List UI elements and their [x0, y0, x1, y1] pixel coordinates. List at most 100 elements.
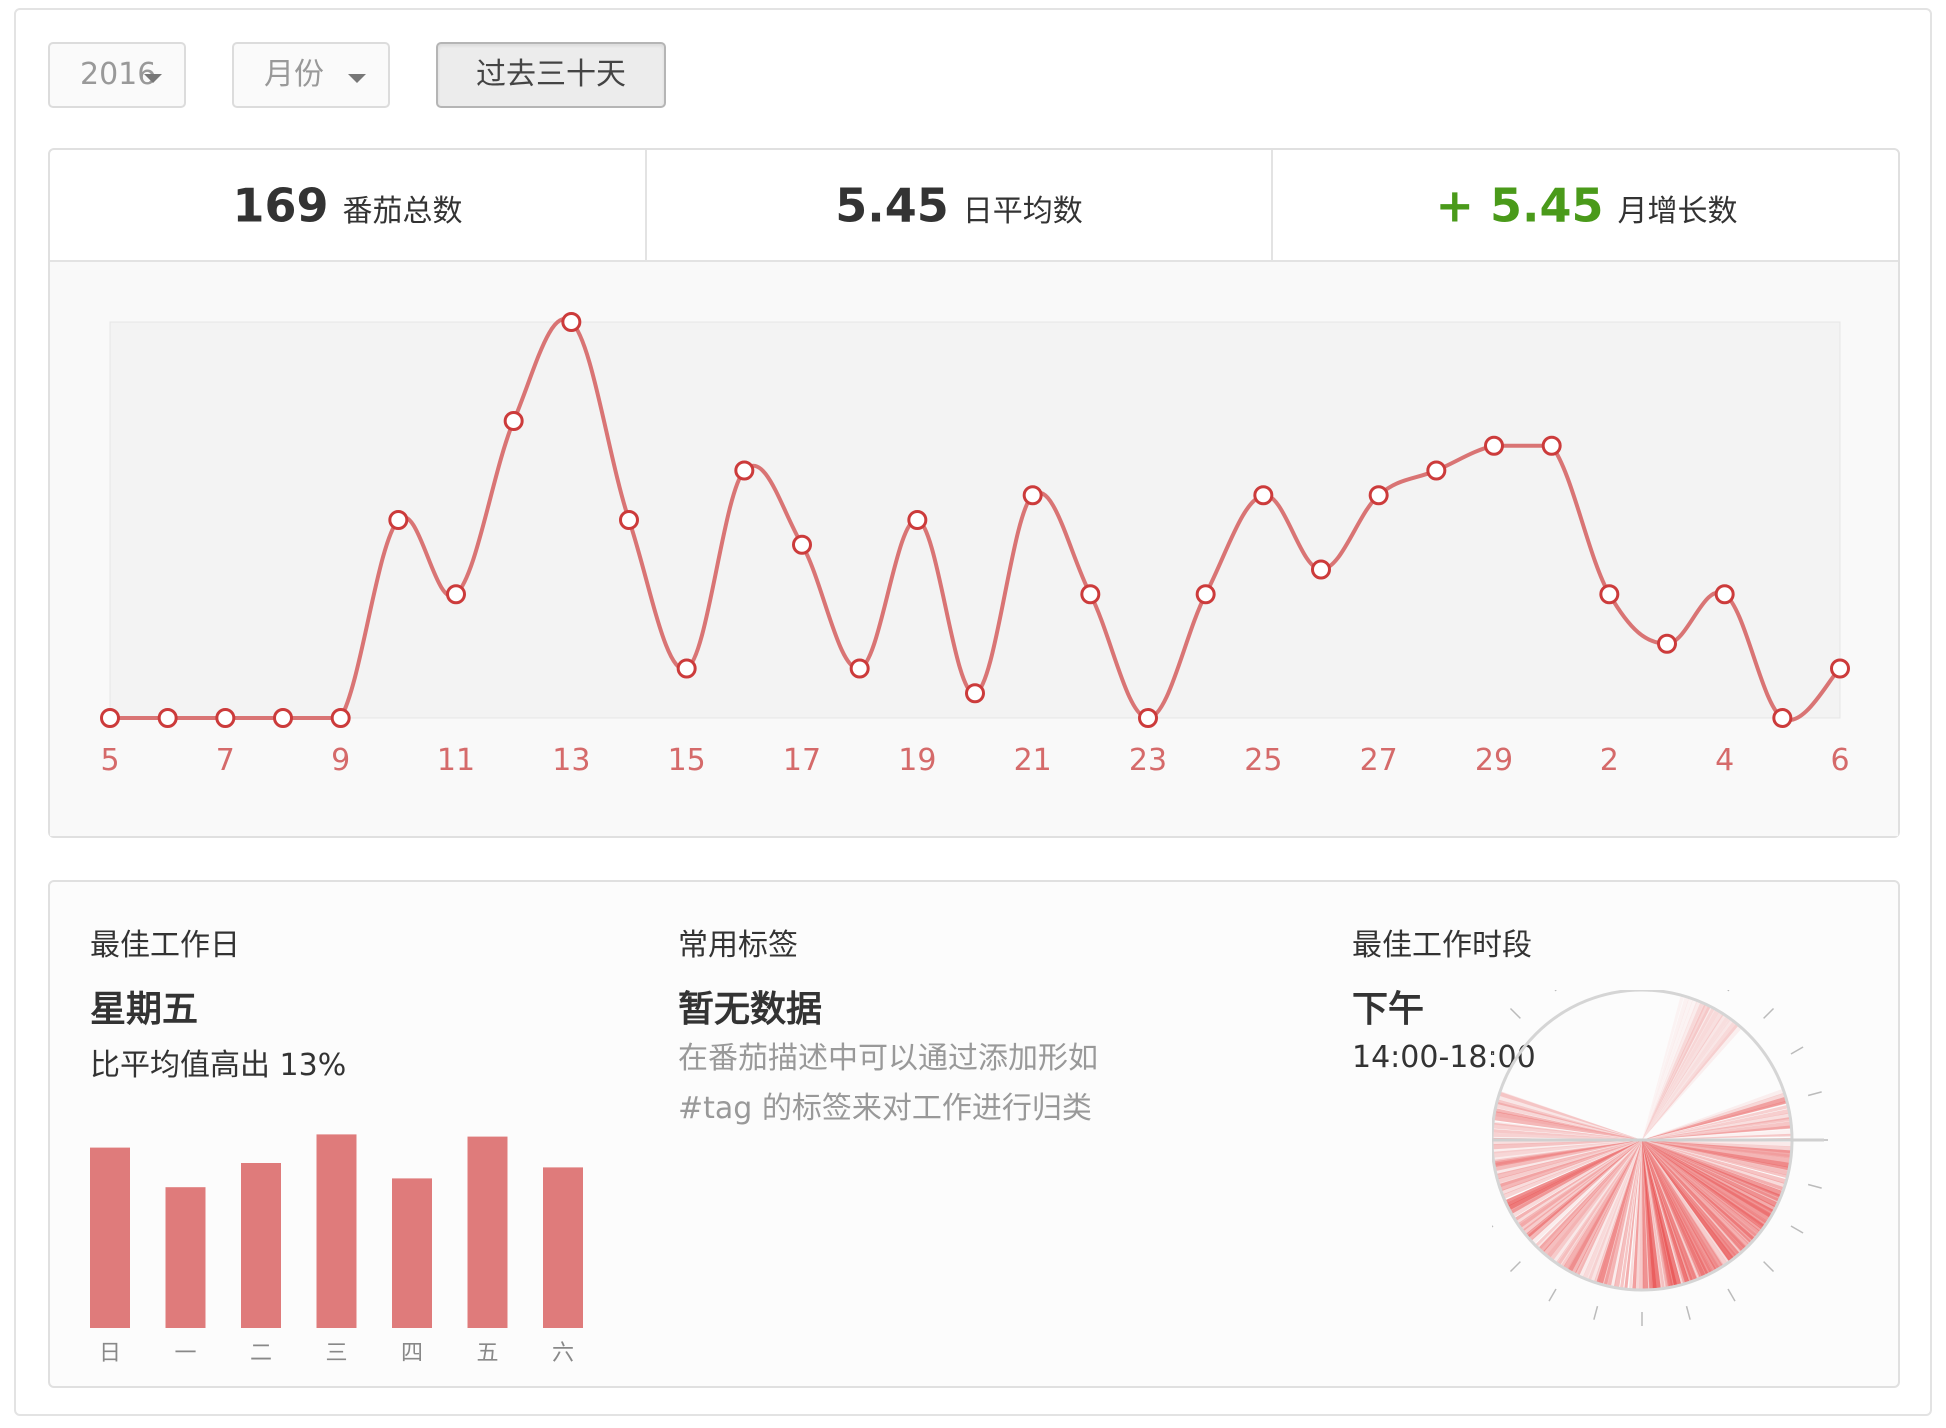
stat-daily-average-value: 5.45 [835, 178, 949, 233]
data-point[interactable] [1253, 485, 1274, 506]
data-point[interactable] [1657, 633, 1677, 654]
clock-tick [1509, 1007, 1521, 1019]
weekday-bar [90, 1147, 130, 1328]
data-point[interactable] [619, 510, 639, 530]
clock-tick [1685, 1305, 1691, 1320]
weekday-label: 一 [174, 1341, 196, 1362]
best-time-title: 最佳工作时段 [1352, 928, 1532, 963]
stat-daily-average-label: 日平均数 [962, 193, 1083, 229]
clock-tick [1727, 1288, 1736, 1302]
data-point[interactable] [1368, 485, 1389, 506]
data-point[interactable] [849, 658, 870, 679]
x-tick-label: 13 [552, 743, 590, 778]
stats-row: 169 番茄总数 5.45 日平均数 + 5.45 月增长数 [50, 150, 1898, 260]
data-point[interactable] [907, 510, 928, 530]
weekday-bar [165, 1187, 206, 1328]
clock-tick [1763, 1261, 1775, 1273]
weekday-label: 三 [325, 1341, 347, 1362]
stat-monthly-growth: + 5.45 月增长数 [1273, 150, 1900, 260]
chevron-down-icon [348, 74, 366, 83]
x-tick-label: 25 [1244, 743, 1282, 778]
weekday-label: 二 [250, 1341, 272, 1362]
trend-panel: 169 番茄总数 5.45 日平均数 + 5.45 月增长数 5 7 9 11 13 15 17 1… [48, 148, 1900, 838]
daily-count-chart: 5 7 9 11 13 15 17 19 21 23 25 27 29 2 4 6 [50, 260, 1898, 836]
x-tick-label: 2 [1600, 743, 1619, 778]
x-tick-label: 29 [1475, 743, 1513, 778]
clock-tick [1548, 1288, 1557, 1302]
weekday-bar [316, 1134, 357, 1328]
clock-tick [1509, 1261, 1521, 1273]
data-point[interactable] [1195, 584, 1216, 605]
stat-monthly-growth-label: 月增长数 [1617, 193, 1738, 229]
data-point[interactable] [503, 411, 524, 431]
data-point[interactable] [1541, 435, 1562, 456]
stat-total-label: 番茄总数 [342, 193, 463, 229]
weekday-bar [392, 1178, 432, 1328]
data-point[interactable] [734, 460, 755, 481]
weekday-bar-chart: 日一二三四五六 [90, 1134, 583, 1362]
data-point[interactable] [1599, 584, 1620, 605]
clock-tick [1593, 1305, 1599, 1320]
data-point[interactable] [446, 584, 466, 605]
x-tick-label: 27 [1360, 743, 1398, 778]
line-chart: 5 7 9 11 13 15 17 19 21 23 25 27 29 2 4 6 [100, 312, 1850, 778]
clock-tick [1790, 1046, 1804, 1055]
best-time-value: 下午 [1352, 989, 1425, 1030]
weekday-label: 日 [99, 1341, 121, 1362]
clock-tick [1807, 1183, 1822, 1189]
data-point[interactable] [1484, 435, 1504, 456]
data-point[interactable] [1311, 559, 1331, 580]
x-tick-label: 23 [1129, 743, 1167, 778]
data-point[interactable] [792, 534, 812, 555]
data-point[interactable] [100, 708, 120, 728]
data-point[interactable] [1426, 460, 1447, 481]
stat-total: 169 番茄总数 [50, 150, 645, 260]
clock-tick [1807, 1091, 1822, 1097]
month-select[interactable]: 月份 [232, 42, 390, 108]
best-day-comparison: 比平均值高出 13% [90, 1048, 347, 1083]
year-select[interactable]: 2016 [48, 42, 186, 108]
data-point[interactable] [330, 708, 351, 728]
month-select-value: 月份 [264, 57, 324, 92]
data-point[interactable] [1772, 708, 1793, 728]
x-tick-label: 15 [668, 743, 706, 778]
x-tick-label: 21 [1014, 743, 1052, 778]
x-tick-label: 4 [1715, 743, 1734, 778]
weekday-bar [543, 1167, 583, 1328]
clock-tick [1492, 1052, 1494, 1055]
data-point[interactable] [1714, 584, 1735, 605]
x-tick-label: 9 [331, 743, 350, 778]
x-tick-label: 17 [783, 743, 821, 778]
x-tick-label: 19 [898, 743, 936, 778]
weekday-bar [241, 1163, 281, 1328]
weekday-label: 四 [401, 1341, 423, 1362]
data-point[interactable] [157, 708, 178, 728]
insights-panel: 最佳工作日 星期五 比平均值高出 13% 日 一 二 三 四 五 六 常用标签 暂无数据 在… [48, 880, 1900, 1388]
last-thirty-days-button[interactable]: 过去三十天 [436, 42, 666, 108]
clock-tick [1492, 1225, 1494, 1228]
best-day-value: 星期五 [90, 989, 199, 1030]
weekday-label: 五 [476, 1341, 498, 1362]
tags-description: 在番茄描述中可以通过添加形如 #tag 的标签来对工作进行归类 [678, 1034, 1198, 1134]
x-tick-label: 11 [437, 743, 475, 778]
data-point[interactable] [561, 312, 582, 332]
data-point[interactable] [1138, 708, 1158, 728]
data-point[interactable] [676, 658, 697, 679]
work-time-clock [1492, 990, 1828, 1326]
data-point[interactable] [1830, 658, 1850, 679]
clock-tick [1727, 990, 1730, 992]
data-point[interactable] [388, 510, 409, 530]
data-point[interactable] [1022, 485, 1043, 506]
tags-title: 常用标签 [678, 928, 798, 963]
clock-tick [1790, 1225, 1804, 1234]
data-point[interactable] [965, 683, 985, 704]
x-tick-label: 6 [1830, 743, 1849, 778]
data-point[interactable] [1080, 584, 1101, 605]
data-point[interactable] [215, 708, 236, 728]
stat-daily-average: 5.45 日平均数 [647, 150, 1271, 260]
data-point[interactable] [273, 708, 293, 728]
clock-tick [1763, 1007, 1775, 1019]
stat-total-value: 169 [232, 178, 329, 233]
tags-description-line: 在番茄描述中可以通过添加形如 [678, 1041, 1098, 1076]
tags-description-line: #tag 的标签来对工作进行归类 [678, 1091, 1092, 1126]
